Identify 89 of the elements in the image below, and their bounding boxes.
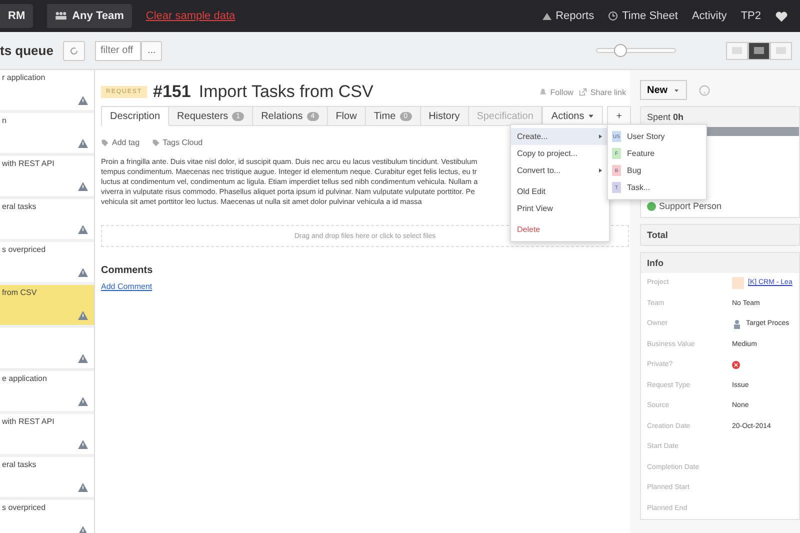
- menu-item[interactable]: Print View: [511, 200, 609, 217]
- project-button[interactable]: RM: [0, 4, 34, 28]
- card-title: r application: [2, 73, 46, 82]
- queue-card[interactable]: [0, 328, 94, 368]
- tab[interactable]: History: [420, 106, 469, 126]
- entity-title: #151 Import Tasks from CSV: [153, 82, 374, 102]
- card-title: eral tasks: [2, 202, 36, 211]
- clock-icon: [608, 11, 618, 21]
- tag-icon: [101, 138, 109, 146]
- warning-icon: [78, 96, 88, 105]
- info-heading: Info: [641, 252, 799, 272]
- nav-link[interactable]: Time Sheet: [622, 10, 678, 22]
- caret-icon: [588, 113, 594, 119]
- support-person: Support Person: [659, 201, 722, 212]
- filter-field[interactable]: filter off: [95, 40, 142, 60]
- warning-icon: [78, 139, 88, 148]
- warning-icon: [78, 225, 88, 234]
- queue-card[interactable]: with REST API: [0, 156, 94, 196]
- warning-icon: [78, 268, 88, 277]
- queue-title: ts queue: [0, 43, 54, 58]
- people-icon: [55, 10, 68, 22]
- queue-card[interactable]: r application: [0, 70, 94, 110]
- nav-link[interactable]: Activity: [692, 10, 727, 22]
- clear-sample-data-link[interactable]: Clear sample data: [146, 10, 236, 22]
- tab[interactable]: Description: [102, 106, 170, 126]
- card-title: e application: [2, 374, 47, 383]
- warning-icon: [78, 440, 88, 449]
- card-title: s overpriced: [2, 245, 46, 254]
- comments-heading: Comments: [101, 265, 153, 276]
- card-title: n: [2, 116, 6, 125]
- add-button[interactable]: +: [607, 106, 632, 126]
- tag-link[interactable]: Add tag: [112, 138, 140, 147]
- warning-icon: [78, 182, 88, 191]
- card-title: s overpriced: [2, 503, 46, 512]
- menu-item[interactable]: Copy to project...: [511, 145, 609, 162]
- follow-link[interactable]: Follow: [550, 88, 574, 96]
- queue-card[interactable]: s overpriced: [0, 500, 94, 533]
- new-button[interactable]: New: [640, 80, 687, 100]
- project-swatch: [732, 276, 744, 289]
- tag-link[interactable]: Tags Cloud: [162, 138, 203, 147]
- actions-button[interactable]: Actions: [542, 106, 604, 126]
- total-heading: Total: [641, 224, 799, 244]
- queue-card[interactable]: eral tasks: [0, 457, 94, 497]
- warning-icon: [78, 311, 88, 320]
- warning-icon: [78, 526, 88, 533]
- card-title: with REST API: [2, 159, 54, 168]
- team-button[interactable]: Any Team: [47, 4, 132, 28]
- warning-icon: [78, 483, 88, 492]
- view-toggle-button[interactable]: [726, 42, 748, 60]
- queue-card[interactable]: eral tasks: [0, 199, 94, 239]
- warning-icon: [78, 397, 88, 406]
- refresh-icon: [69, 46, 80, 56]
- nav-link[interactable]: Reports: [556, 10, 594, 22]
- nav-link[interactable]: TP2: [740, 10, 761, 22]
- share-icon: [579, 88, 588, 96]
- card-title: eral tasks: [2, 460, 36, 469]
- queue-card[interactable]: e application: [0, 371, 94, 411]
- layout-icon: [754, 47, 764, 54]
- submenu-arrow-icon: [598, 134, 603, 139]
- layout-icon: [732, 47, 742, 54]
- share-link[interactable]: Share link: [590, 88, 626, 96]
- submenu-arrow-icon: [598, 168, 603, 173]
- menu-item[interactable]: Old Edit: [511, 183, 609, 200]
- view-toggle-button[interactable]: [770, 42, 792, 60]
- queue-card[interactable]: with REST API: [0, 414, 94, 454]
- help-icon: [699, 84, 710, 96]
- refresh-button[interactable]: [63, 40, 86, 60]
- caret-icon: [674, 88, 679, 92]
- queue-card[interactable]: from CSV: [0, 285, 94, 325]
- spent-label: Spent 0h: [647, 112, 684, 122]
- triangle-icon: [542, 11, 552, 21]
- queue-card[interactable]: n: [0, 113, 94, 153]
- warning-icon: [78, 354, 88, 363]
- cross-circle-icon: [732, 360, 740, 369]
- add-comment-link[interactable]: Add Comment: [101, 282, 152, 291]
- more-button[interactable]: ...: [141, 40, 162, 60]
- slider-thumb[interactable]: [614, 44, 628, 57]
- menu-item[interactable]: Convert to...: [511, 162, 609, 179]
- view-toggle-button[interactable]: [748, 42, 770, 60]
- card-title: with REST API: [2, 417, 54, 426]
- tag-icon: [152, 138, 160, 146]
- bell-icon: [539, 88, 548, 96]
- menu-item[interactable]: Create...: [511, 128, 609, 145]
- user-icon: [732, 318, 742, 329]
- tab[interactable]: Flow: [328, 106, 366, 126]
- card-title: from CSV: [2, 288, 37, 297]
- layout-icon: [776, 47, 786, 54]
- heart-icon: [775, 10, 788, 22]
- queue-card[interactable]: s overpriced: [0, 242, 94, 282]
